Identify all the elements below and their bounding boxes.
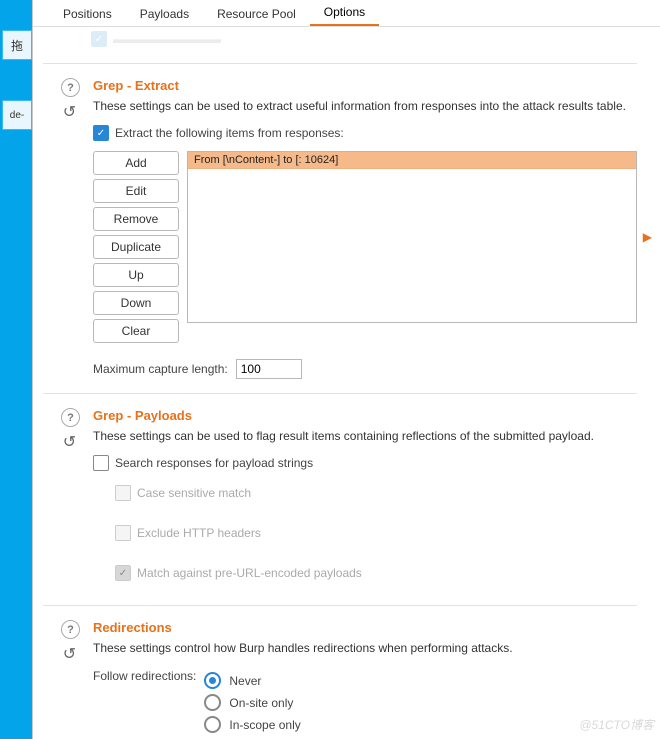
max-capture-label: Maximum capture length: bbox=[93, 362, 228, 376]
taskbar-item[interactable]: de- bbox=[2, 100, 32, 130]
search-payload-checkbox[interactable] bbox=[93, 455, 109, 471]
reset-icon[interactable]: ↺ bbox=[61, 645, 78, 662]
exclude-headers-label: Exclude HTTP headers bbox=[137, 526, 261, 540]
extract-button-column: Add Edit Remove Duplicate Up Down Clear bbox=[93, 151, 179, 343]
reset-icon[interactable]: ↺ bbox=[61, 103, 78, 120]
watermark: @51CTO博客 bbox=[579, 716, 654, 733]
section-title: Grep - Extract bbox=[93, 78, 637, 93]
radio-never[interactable] bbox=[204, 672, 221, 689]
redirection-options: Never On-site only In-scope only bbox=[204, 667, 300, 738]
down-button[interactable]: Down bbox=[93, 291, 179, 315]
section-redirections: ? ↺ Redirections These settings control … bbox=[43, 620, 637, 738]
help-icon[interactable]: ? bbox=[61, 408, 80, 427]
tab-options[interactable]: Options bbox=[310, 0, 379, 26]
max-capture-row: Maximum capture length: bbox=[93, 359, 637, 379]
tab-payloads[interactable]: Payloads bbox=[126, 1, 203, 26]
radio-never-label: Never bbox=[229, 674, 261, 688]
extract-listbox[interactable]: From [\nContent-] to [: 10624] ▶ bbox=[187, 151, 637, 323]
preurl-checkbox: ✓ bbox=[115, 565, 131, 581]
checkbox-label: ▬▬▬▬▬▬▬▬▬ bbox=[113, 32, 221, 46]
checkbox[interactable]: ✓ bbox=[91, 31, 107, 47]
remove-button[interactable]: Remove bbox=[93, 207, 179, 231]
help-icon[interactable]: ? bbox=[61, 620, 80, 639]
radio-onsite[interactable] bbox=[204, 694, 221, 711]
extract-enable-row: ✓ Extract the following items from respo… bbox=[93, 125, 637, 141]
section-description: These settings can be used to extract us… bbox=[93, 99, 637, 113]
extract-enable-label: Extract the following items from respons… bbox=[115, 126, 344, 140]
extract-enable-checkbox[interactable]: ✓ bbox=[93, 125, 109, 141]
truncated-prev-section: ✓ ▬▬▬▬▬▬▬▬▬ bbox=[43, 27, 637, 49]
max-capture-input[interactable] bbox=[236, 359, 302, 379]
up-button[interactable]: Up bbox=[93, 263, 179, 287]
duplicate-button[interactable]: Duplicate bbox=[93, 235, 179, 259]
radio-onsite-label: On-site only bbox=[229, 696, 293, 710]
search-payload-label: Search responses for payload strings bbox=[115, 456, 313, 470]
tab-resource-pool[interactable]: Resource Pool bbox=[203, 1, 310, 26]
exclude-headers-checkbox bbox=[115, 525, 131, 541]
preurl-label: Match against pre-URL-encoded payloads bbox=[137, 566, 362, 580]
clear-button[interactable]: Clear bbox=[93, 319, 179, 343]
options-panel: Positions Payloads Resource Pool Options… bbox=[32, 0, 660, 739]
help-icon[interactable]: ? bbox=[61, 78, 80, 97]
scroll-area: ✓ ▬▬▬▬▬▬▬▬▬ ? ↺ Grep - Extract These set… bbox=[33, 27, 660, 738]
follow-redirections-label: Follow redirections: bbox=[93, 667, 196, 683]
section-description: These settings control how Burp handles … bbox=[93, 641, 637, 655]
tab-positions[interactable]: Positions bbox=[49, 1, 126, 26]
desktop-background: 拖 de- Positions Payloads Resource Pool O… bbox=[0, 0, 660, 739]
search-payload-row: Search responses for payload strings bbox=[93, 455, 637, 471]
extract-body: Add Edit Remove Duplicate Up Down Clear … bbox=[93, 151, 637, 343]
list-item[interactable]: From [\nContent-] to [: 10624] bbox=[188, 152, 636, 169]
separator bbox=[43, 63, 637, 64]
edit-button[interactable]: Edit bbox=[93, 179, 179, 203]
tab-bar: Positions Payloads Resource Pool Options bbox=[33, 0, 660, 27]
section-grep-payloads: ? ↺ Grep - Payloads These settings can b… bbox=[43, 408, 637, 591]
separator bbox=[43, 393, 637, 394]
section-description: These settings can be used to flag resul… bbox=[93, 429, 637, 443]
radio-inscope[interactable] bbox=[204, 716, 221, 733]
separator bbox=[43, 605, 637, 606]
taskbar-item[interactable]: 拖 bbox=[2, 30, 32, 60]
case-sensitive-checkbox bbox=[115, 485, 131, 501]
reset-icon[interactable]: ↺ bbox=[61, 433, 78, 450]
case-sensitive-label: Case sensitive match bbox=[137, 486, 251, 500]
expand-icon[interactable]: ▶ bbox=[643, 230, 652, 244]
section-title: Redirections bbox=[93, 620, 637, 635]
follow-redirections-row: Follow redirections: Never On-site only bbox=[93, 667, 637, 738]
radio-inscope-label: In-scope only bbox=[229, 718, 300, 732]
section-title: Grep - Payloads bbox=[93, 408, 637, 423]
left-taskbar: 拖 de- bbox=[0, 0, 32, 739]
section-grep-extract: ? ↺ Grep - Extract These settings can be… bbox=[43, 78, 637, 379]
add-button[interactable]: Add bbox=[93, 151, 179, 175]
payload-sub-options: Case sensitive match Exclude HTTP header… bbox=[93, 481, 637, 591]
